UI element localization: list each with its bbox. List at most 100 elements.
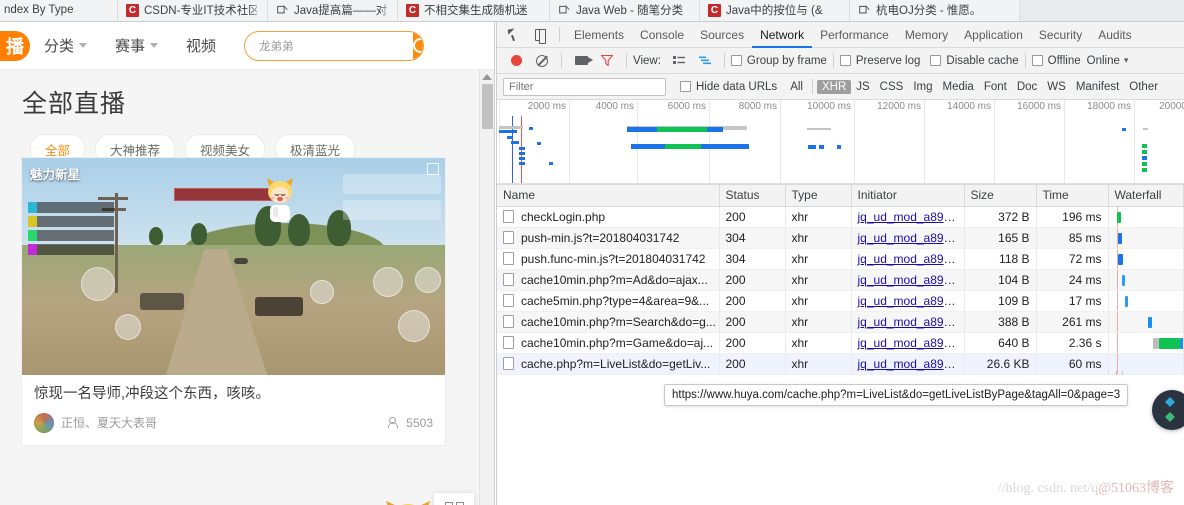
cell-time: 17 ms — [1036, 290, 1109, 312]
live-card-title[interactable]: 惊现一名导师,冲段这个东西，咳咳。 — [34, 385, 433, 404]
filter-type-js[interactable]: JS — [851, 80, 874, 94]
search-button[interactable] — [413, 31, 424, 60]
filter-type-font[interactable]: Font — [979, 80, 1012, 94]
initiator-link[interactable]: jq_ud_mod_a89a... — [858, 315, 961, 329]
initiator-link[interactable]: jq_ud_mod_a89a... — [858, 231, 961, 245]
filter-toggle-button[interactable] — [594, 49, 620, 73]
preserve-log-checkbox[interactable]: Preserve log — [839, 55, 920, 67]
browser-tab[interactable]: C 不相交集生成随机迷 — [398, 0, 550, 21]
browser-tab[interactable]: ndex By Type — [0, 0, 118, 21]
cell-initiator[interactable]: jq_ud_mod_a89a... — [851, 227, 965, 249]
column-header-name[interactable]: Name — [497, 185, 720, 207]
cell-initiator[interactable]: jq_ud_mod_a89a... — [851, 332, 965, 354]
filter-type-media[interactable]: Media — [938, 80, 979, 94]
chevron-down-icon[interactable]: ▾ — [1124, 55, 1129, 66]
list-view-button[interactable] — [666, 49, 692, 73]
nav-item-video[interactable]: 视频 — [172, 35, 230, 56]
column-header-size[interactable]: Size — [964, 185, 1037, 207]
offline-checkbox[interactable]: Offline — [1031, 55, 1081, 67]
online-throttling-label[interactable]: Online — [1087, 55, 1120, 67]
hide-data-urls-checkbox[interactable]: Hide data URLs — [680, 81, 777, 93]
huya-logo[interactable]: 播 — [0, 30, 30, 61]
filter-type-img[interactable]: Img — [908, 80, 937, 94]
column-header-type[interactable]: Type — [785, 185, 852, 207]
cell-type: xhr — [785, 248, 852, 270]
tab-security[interactable]: Security — [1031, 22, 1090, 48]
network-overview-timeline[interactable]: 2000 ms 4000 ms 6000 ms 8000 ms 10000 ms… — [497, 100, 1184, 185]
initiator-link[interactable]: jq_ud_mod_a89a... — [858, 252, 961, 266]
cell-initiator[interactable]: jq_ud_mod_a89a... — [851, 269, 965, 291]
filter-type-manifest[interactable]: Manifest — [1071, 80, 1124, 94]
table-row[interactable]: push.func-min.js?t=201804031742 304 xhr … — [497, 248, 1184, 270]
filter-type-ws[interactable]: WS — [1042, 80, 1071, 94]
tab-network[interactable]: Network — [752, 22, 812, 48]
column-header-waterfall[interactable]: Waterfall — [1108, 185, 1184, 207]
tab-sources[interactable]: Sources — [692, 22, 752, 48]
tab-audits[interactable]: Audits — [1090, 22, 1139, 48]
document-icon — [503, 294, 514, 307]
table-row[interactable]: cache10min.php?m=Game&do=aj... 200 xhr j… — [497, 332, 1184, 354]
tab-console[interactable]: Console — [632, 22, 692, 48]
initiator-link[interactable]: jq_ud_mod_a89a... — [858, 273, 961, 287]
table-row[interactable]: checkLogin.php 200 xhr jq_ud_mod_a89a...… — [497, 206, 1184, 228]
initiator-link[interactable]: jq_ud_mod_a89a... — [858, 336, 961, 350]
tab-application[interactable]: Application — [956, 22, 1031, 48]
live-card[interactable]: 魅力新星 惊现一名导师,冲段这个东西，咳咳。 正恒、夏天大表哥 5503 — [22, 158, 445, 445]
cell-size: 104 B — [964, 269, 1037, 291]
csdn-icon: C — [406, 3, 419, 17]
cell-initiator[interactable]: jq_ud_mod_a89a... — [851, 311, 965, 333]
browser-tab[interactable]: Java提高篇——对象 — [268, 0, 398, 21]
disable-cache-checkbox[interactable]: Disable cache — [930, 55, 1019, 67]
waterfall-view-button[interactable] — [692, 49, 718, 73]
clear-button[interactable] — [529, 49, 555, 73]
tab-memory[interactable]: Memory — [897, 22, 956, 48]
cell-initiator[interactable]: jq_ud_mod_a89a... — [851, 248, 965, 270]
scrollbar-thumb[interactable] — [481, 84, 493, 129]
filter-type-other[interactable]: Other — [1124, 80, 1163, 94]
table-row[interactable]: cache10min.php?m=Ad&do=ajax... 200 xhr j… — [497, 269, 1184, 291]
initiator-link[interactable]: jq_ud_mod_a89a... — [858, 210, 961, 224]
cell-initiator[interactable]: jq_ud_mod_a89a... — [851, 290, 965, 312]
initiator-link[interactable]: jq_ud_mod_a89a... — [858, 294, 961, 308]
filter-type-all[interactable]: All — [785, 80, 808, 94]
nav-item-events[interactable]: 赛事 — [101, 35, 172, 56]
column-header-time[interactable]: Time — [1036, 185, 1109, 207]
browser-tab[interactable]: 杭电OJ分类 - 惟愿。 — [850, 0, 1020, 21]
table-row[interactable]: cache5min.php?type=4&area=9&... 200 xhr … — [497, 290, 1184, 312]
column-header-initiator[interactable]: Initiator — [851, 185, 965, 207]
nav-item-category[interactable]: 分类 — [30, 35, 101, 56]
table-row[interactable]: cache.php?m=LiveList&do=getLiv... 200 xh… — [497, 353, 1184, 375]
browser-tab[interactable]: C Java中的按位与 (& — [700, 0, 850, 21]
capture-screenshots-button[interactable] — [568, 49, 594, 73]
toggle-device-toolbar-button[interactable] — [527, 23, 553, 47]
filter-type-css[interactable]: CSS — [875, 80, 909, 94]
tick-label: 18000 ms — [1087, 101, 1131, 112]
live-thumbnail[interactable]: 魅力新星 — [22, 158, 445, 375]
browser-tab[interactable]: Java Web - 随笔分类 — [550, 0, 700, 21]
column-header-status[interactable]: Status — [719, 185, 786, 207]
table-row[interactable]: push-min.js?t=201804031742 304 xhr jq_ud… — [497, 227, 1184, 249]
tab-performance[interactable]: Performance — [812, 22, 897, 48]
filter-input[interactable] — [503, 77, 666, 96]
initiator-link[interactable]: jq_ud_mod_a89a... — [858, 357, 961, 371]
watermark: //blog. csdn. net/q@51063博客 — [998, 477, 1174, 497]
cell-initiator[interactable]: jq_ud_mod_a89a... — [851, 353, 965, 375]
tab-elements[interactable]: Elements — [566, 22, 632, 48]
cell-initiator[interactable]: jq_ud_mod_a89a... — [851, 206, 965, 228]
cell-size: 118 B — [964, 248, 1037, 270]
inspect-element-button[interactable] — [501, 23, 527, 47]
scroll-up-icon[interactable] — [482, 74, 492, 80]
page-scrollbar[interactable] — [479, 70, 494, 505]
filter-type-xhr[interactable]: XHR — [816, 79, 852, 94]
browser-tab[interactable]: C CSDN-专业IT技术社区 — [118, 0, 268, 21]
group-by-frame-checkbox[interactable]: Group by frame — [730, 55, 827, 67]
overview-bar — [1142, 168, 1147, 172]
filter-type-doc[interactable]: Doc — [1012, 80, 1042, 94]
table-row[interactable]: cache10min.php?m=Search&do=g... 200 xhr … — [497, 311, 1184, 333]
record-button[interactable] — [503, 49, 529, 73]
cell-status: 200 — [719, 353, 786, 375]
chevron-down-icon — [150, 43, 159, 48]
floating-widget-button[interactable] — [1152, 390, 1184, 430]
search-input[interactable] — [245, 31, 414, 60]
request-name: cache.php?m=LiveList&do=getLiv... — [521, 356, 711, 371]
